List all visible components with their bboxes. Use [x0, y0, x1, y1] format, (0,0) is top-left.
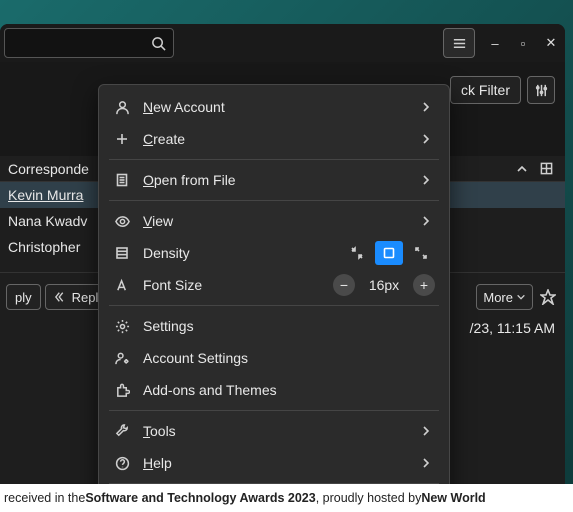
correspondent-name: Nana Kwadv: [8, 213, 87, 229]
app-menu: New Account Create Open from File View D…: [98, 84, 450, 484]
menu-create[interactable]: Create: [99, 123, 449, 155]
browser-content-strip: received in the Software and Technology …: [0, 484, 573, 512]
app-window: – ▫ ✕ ck Filter Corresponde Kevin Murra …: [0, 24, 565, 484]
menu-separator: [109, 410, 439, 411]
menu-view[interactable]: View: [99, 205, 449, 237]
more-label: More: [483, 290, 513, 305]
menu-separator: [109, 305, 439, 306]
menu-open-file[interactable]: Open from File: [99, 164, 449, 196]
menu-label: Open from File: [143, 172, 409, 188]
window-close-button[interactable]: ✕: [537, 28, 565, 58]
file-icon: [113, 171, 131, 189]
column-correspondents[interactable]: Corresponde: [8, 161, 89, 177]
quick-filter-button[interactable]: ck Filter: [450, 76, 521, 104]
reply-button[interactable]: ply: [6, 284, 41, 310]
font-size-decrease-button[interactable]: −: [333, 274, 355, 296]
menu-label: Tools: [143, 423, 409, 439]
menu-addons[interactable]: Add-ons and Themes: [99, 374, 449, 406]
font-size-increase-button[interactable]: +: [413, 274, 435, 296]
window-minimize-button[interactable]: –: [481, 28, 509, 58]
search-box[interactable]: [4, 28, 174, 58]
search-icon[interactable]: [143, 29, 173, 57]
menu-account-settings[interactable]: Account Settings: [99, 342, 449, 374]
hamburger-menu-button[interactable]: [443, 28, 475, 58]
menu-help[interactable]: Help: [99, 447, 449, 479]
window-maximize-button[interactable]: ▫: [509, 28, 537, 58]
user-icon: [113, 98, 131, 116]
eye-icon: [113, 212, 131, 230]
chevron-right-icon: [421, 423, 435, 439]
menu-separator: [109, 483, 439, 484]
more-actions-button[interactable]: More: [476, 284, 533, 310]
menu-tools[interactable]: Tools: [99, 415, 449, 447]
menu-separator: [109, 159, 439, 160]
correspondent-name: Kevin Murra: [8, 187, 83, 203]
density-controls: [343, 241, 435, 265]
correspondent-name: Christopher: [8, 239, 80, 255]
display-options-button[interactable]: [527, 76, 555, 104]
density-compact-button[interactable]: [343, 241, 371, 265]
font-icon: [113, 276, 131, 294]
menu-new-account[interactable]: New Account: [99, 91, 449, 123]
column-picker-icon[interactable]: [535, 158, 557, 180]
menu-label: Density: [143, 245, 331, 261]
menu-settings[interactable]: Settings: [99, 310, 449, 342]
menu-separator: [109, 200, 439, 201]
menu-font-size[interactable]: Font Size − 16px +: [99, 269, 449, 301]
menu-label: Create: [143, 131, 409, 147]
wrench-icon: [113, 422, 131, 440]
chevron-right-icon: [421, 99, 435, 115]
menu-label: Font Size: [143, 277, 321, 293]
menu-label: Account Settings: [143, 350, 435, 366]
titlebar: – ▫ ✕: [0, 24, 565, 62]
font-size-controls: − 16px +: [333, 274, 435, 296]
gear-icon: [113, 317, 131, 335]
chevron-right-icon: [421, 213, 435, 229]
font-size-value: 16px: [363, 277, 405, 293]
density-default-button[interactable]: [375, 241, 403, 265]
chevron-right-icon: [421, 455, 435, 471]
menu-label: Help: [143, 455, 409, 471]
help-icon: [113, 454, 131, 472]
menu-label: Add-ons and Themes: [143, 382, 435, 398]
density-icon: [113, 244, 131, 262]
density-relaxed-button[interactable]: [407, 241, 435, 265]
menu-label: Settings: [143, 318, 435, 334]
message-date: /23, 11:15 AM: [470, 320, 555, 336]
chevron-right-icon: [421, 131, 435, 147]
star-icon[interactable]: [537, 286, 559, 308]
menu-density[interactable]: Density: [99, 237, 449, 269]
chevron-right-icon: [421, 172, 435, 188]
menu-label: New Account: [143, 99, 409, 115]
user-gear-icon: [113, 349, 131, 367]
plus-icon: [113, 130, 131, 148]
sort-ascending-icon[interactable]: [511, 158, 533, 180]
puzzle-icon: [113, 381, 131, 399]
menu-label: View: [143, 213, 409, 229]
